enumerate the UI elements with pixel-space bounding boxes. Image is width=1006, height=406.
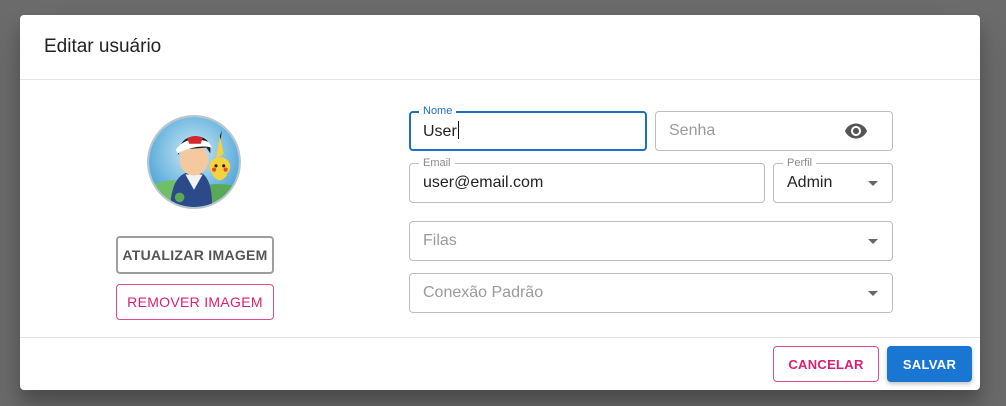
dialog-title: Editar usuário <box>44 36 162 57</box>
name-value: User <box>423 123 457 140</box>
default-connection-placeholder: Conexão Padrão <box>423 284 544 301</box>
profile-label: Perfil <box>783 156 817 170</box>
email-field[interactable]: Email user@email.com <box>409 156 765 203</box>
edit-user-dialog: Editar usuário ATUALIZAR IMAGEM REMOVER … <box>20 15 980 390</box>
name-field[interactable]: Nome User <box>409 104 647 151</box>
actions-divider <box>20 337 980 338</box>
arrow-drop-down-icon <box>868 181 878 186</box>
email-value: user@email.com <box>423 174 544 191</box>
email-label: Email <box>419 156 455 170</box>
update-image-button[interactable]: ATUALIZAR IMAGEM <box>116 236 274 274</box>
profile-value: Admin <box>787 174 833 191</box>
remove-image-button[interactable]: REMOVER IMAGEM <box>116 284 274 320</box>
password-field[interactable]: Senha <box>655 111 893 151</box>
eye-icon[interactable] <box>844 119 868 143</box>
name-value-wrap: User <box>423 121 459 141</box>
title-divider <box>20 79 980 80</box>
cancel-button[interactable]: CANCELAR <box>773 346 879 382</box>
arrow-drop-down-icon <box>868 239 878 244</box>
text-caret <box>457 121 459 139</box>
default-connection-select[interactable]: Conexão Padrão <box>409 273 893 313</box>
profile-select[interactable]: Perfil Admin <box>773 156 893 203</box>
arrow-drop-down-icon <box>868 291 878 296</box>
avatar-image <box>149 117 239 207</box>
queues-select[interactable]: Filas <box>409 221 893 261</box>
queues-placeholder: Filas <box>423 232 457 249</box>
password-placeholder: Senha <box>669 122 716 139</box>
save-button[interactable]: SALVAR <box>887 346 972 382</box>
avatar <box>147 115 241 209</box>
name-label: Nome <box>419 104 457 118</box>
